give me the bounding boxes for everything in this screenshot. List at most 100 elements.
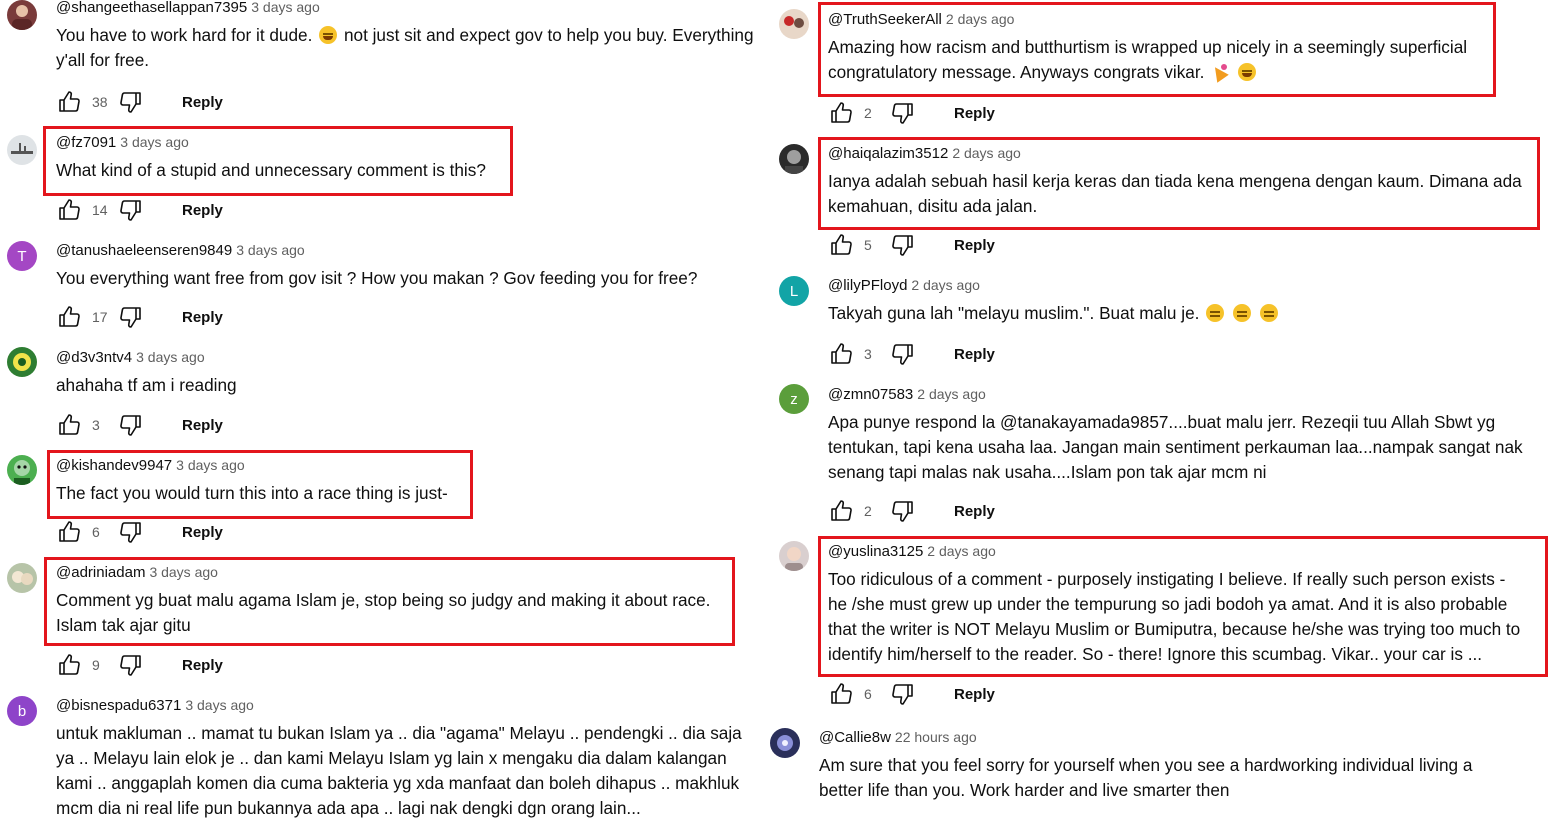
avatar[interactable] (779, 9, 809, 39)
comment-author[interactable]: @zmn07583 (828, 386, 913, 403)
comment-actions: 9 Reply (56, 650, 223, 680)
comment-time[interactable]: 2 days ago (927, 543, 996, 559)
reply-button[interactable]: Reply (182, 417, 223, 434)
reply-button[interactable]: Reply (954, 686, 995, 703)
comment-line: that the writer is NOT Melayu Muslim or … (828, 619, 1521, 639)
like-button[interactable] (56, 304, 82, 330)
avatar[interactable] (7, 455, 37, 485)
comment-author[interactable]: @d3v3ntv4 (56, 349, 132, 366)
dislike-button[interactable] (890, 681, 916, 707)
comment-time[interactable]: 3 days ago (251, 0, 320, 15)
comment-author[interactable]: @shangeethasellappan7395 (56, 0, 247, 16)
thumbs-up-icon (831, 343, 852, 364)
like-button[interactable] (56, 412, 82, 438)
comment-author[interactable]: @haiqalazim3512 (828, 145, 948, 162)
avatar-letter: L (789, 282, 799, 300)
comment-text: untuk makluman .. mamat tu bukan Islam y… (56, 721, 742, 821)
comment-time[interactable]: 2 days ago (952, 145, 1021, 161)
comment-time[interactable]: 2 days ago (917, 386, 986, 402)
avatar[interactable] (7, 135, 37, 165)
comment-author[interactable]: @bisnespadu6371 (56, 697, 181, 714)
dislike-button[interactable] (118, 519, 144, 545)
avatar[interactable] (7, 0, 37, 30)
thumbs-up-icon (59, 654, 80, 675)
reply-button[interactable]: Reply (182, 524, 223, 541)
reply-button[interactable]: Reply (182, 309, 223, 326)
comment-line: he /she must grew up under the tempurung… (828, 594, 1508, 614)
comment-line: Takyah guna lah "melayu muslim.". Buat m… (828, 301, 1280, 326)
dislike-button[interactable] (118, 89, 144, 115)
reply-button[interactable]: Reply (954, 237, 995, 254)
dislike-button[interactable] (890, 100, 916, 126)
comment-time[interactable]: 3 days ago (120, 134, 189, 150)
avatar[interactable]: z (779, 384, 809, 414)
like-count: 9 (92, 657, 100, 673)
comment-author[interactable]: @tanushaeleenseren9849 (56, 242, 232, 259)
comment-author[interactable]: @fz7091 (56, 134, 116, 151)
comment-line: ya .. Melayu lain elok je .. dan kami Me… (56, 748, 727, 768)
like-button[interactable] (56, 519, 82, 545)
thumbs-up-icon (59, 414, 80, 435)
comment-time[interactable]: 2 days ago (946, 11, 1015, 27)
reply-button[interactable]: Reply (182, 657, 223, 674)
like-button[interactable] (828, 100, 854, 126)
comment-line: You have to work hard for it dude. not j… (56, 25, 754, 45)
comment-line: Ianya adalah sebuah hasil kerja keras da… (828, 171, 1522, 191)
comment-author[interactable]: @TruthSeekerAll (828, 11, 942, 28)
user-photo-icon (12, 571, 33, 585)
reply-button[interactable]: Reply (182, 94, 223, 111)
reply-button[interactable]: Reply (954, 503, 995, 520)
thumbs-down-icon (120, 415, 141, 436)
comment-line: Am sure that you feel sorry for yourself… (819, 755, 1473, 775)
comment-author[interactable]: @kishandev9947 (56, 457, 172, 474)
like-button[interactable] (828, 498, 854, 524)
comment-author[interactable]: @lilyPFloyd (828, 277, 907, 294)
reply-button[interactable]: Reply (954, 105, 995, 122)
comment-text: What kind of a stupid and unnecessary co… (56, 158, 486, 183)
dislike-button[interactable] (118, 652, 144, 678)
avatar[interactable] (770, 728, 800, 758)
thumbs-down-icon (892, 344, 913, 365)
thumbs-up-icon (59, 521, 80, 542)
comment-author[interactable]: @yuslina3125 (828, 543, 923, 560)
comment-time[interactable]: 3 days ago (176, 457, 245, 473)
reply-button[interactable]: Reply (954, 346, 995, 363)
comment-time[interactable]: 22 hours ago (895, 729, 977, 745)
dislike-button[interactable] (118, 197, 144, 223)
comment-line: kemahuan, disitu ada jalan. (828, 196, 1038, 216)
flat-emoji-icon (1259, 304, 1278, 322)
comment-time[interactable]: 2 days ago (911, 277, 980, 293)
comment-author[interactable]: @Callie8w (819, 729, 891, 746)
like-button[interactable] (828, 681, 854, 707)
avatar-letter: z (790, 390, 798, 408)
reply-button[interactable]: Reply (182, 202, 223, 219)
dislike-button[interactable] (890, 232, 916, 258)
comment-time[interactable]: 3 days ago (236, 242, 305, 258)
comment-time[interactable]: 3 days ago (149, 564, 218, 580)
avatar[interactable]: T (7, 241, 37, 271)
dislike-button[interactable] (118, 304, 144, 330)
comment-time[interactable]: 3 days ago (185, 697, 254, 713)
like-button[interactable] (56, 89, 82, 115)
comment-time[interactable]: 3 days ago (136, 349, 205, 365)
thumbs-down-icon (120, 200, 141, 221)
laugh-emoji-icon (319, 26, 338, 44)
user-photo-icon (777, 735, 793, 751)
thumbs-up-icon (831, 500, 852, 521)
like-button[interactable] (56, 197, 82, 223)
avatar[interactable]: b (7, 696, 37, 726)
avatar[interactable] (7, 563, 37, 593)
comment-line: You everything want free from gov isit ?… (56, 268, 698, 288)
like-button[interactable] (56, 652, 82, 678)
dislike-button[interactable] (890, 341, 916, 367)
dislike-button[interactable] (890, 498, 916, 524)
like-button[interactable] (828, 232, 854, 258)
avatar[interactable] (7, 347, 37, 377)
comment-actions: 5 Reply (828, 230, 995, 260)
like-button[interactable] (828, 341, 854, 367)
avatar[interactable] (779, 541, 809, 571)
avatar[interactable] (779, 144, 809, 174)
avatar[interactable]: L (779, 276, 809, 306)
comment-author[interactable]: @adriniadam (56, 564, 145, 581)
dislike-button[interactable] (118, 412, 144, 438)
